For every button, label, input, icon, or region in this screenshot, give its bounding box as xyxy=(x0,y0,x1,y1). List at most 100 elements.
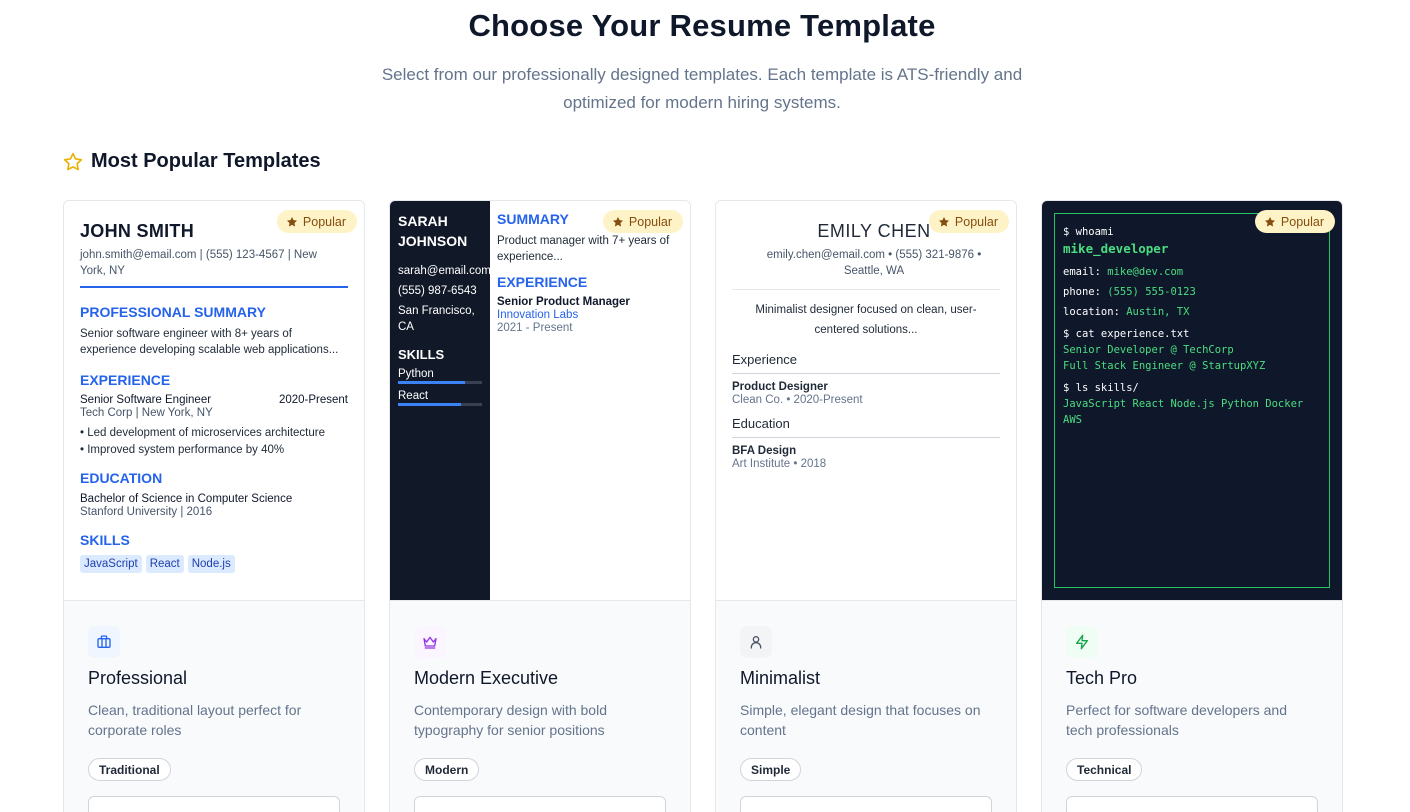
template-card-professional[interactable]: JOHN SMITH john.smith@email.com | (555) … xyxy=(63,200,365,812)
resume-role-detail: Clean Co. • 2020-Present xyxy=(732,394,863,406)
resume-dates: 2021 - Present xyxy=(497,322,573,334)
star-icon xyxy=(612,216,623,226)
briefcase-icon xyxy=(88,626,120,658)
use-template-button[interactable] xyxy=(740,796,992,812)
template-description: Contemporary design with bold typography… xyxy=(414,702,607,738)
template-tag: Simple xyxy=(740,758,802,781)
template-preview[interactable]: EMILY CHEN emily.chen@email.com • (555) … xyxy=(716,201,1016,601)
template-description: Simple, elegant design that focuses on c… xyxy=(740,702,981,738)
terminal-handle: mike_developer xyxy=(1063,241,1169,256)
star-icon xyxy=(286,216,297,226)
resume-company: Innovation Labs xyxy=(497,309,579,321)
resume-summary: Senior software engineer with 8+ years o… xyxy=(80,328,339,356)
star-icon xyxy=(1264,216,1275,226)
popular-badge: Popular xyxy=(602,210,683,233)
resume-summary: Minimalist designer focused on clean, us… xyxy=(755,304,977,336)
resume-section-heading: SKILLS xyxy=(398,347,445,362)
resume-section-heading: Education xyxy=(732,416,790,431)
resume-company: Tech Corp | New York, NY xyxy=(80,407,213,419)
terminal-line: JavaScript React Node.js Python Docker xyxy=(1063,398,1304,410)
resume-role-dates: 2020-Present xyxy=(278,394,348,406)
star-icon xyxy=(938,216,949,226)
template-name: Professional xyxy=(88,668,188,688)
resume-section-heading: PROFESSIONAL SUMMARY xyxy=(80,304,266,320)
resume-section-heading: SKILLS xyxy=(80,532,130,548)
use-template-button[interactable] xyxy=(1066,796,1318,812)
terminal-line: Full Stack Engineer @ StartupXYZ xyxy=(1063,360,1266,372)
template-card-modern-executive[interactable]: SARAH JOHNSON sarah@email.com (555) 987-… xyxy=(389,200,691,812)
resume-section-heading: EDUCATION xyxy=(80,470,163,486)
template-preview[interactable]: JOHN SMITH john.smith@email.com | (555) … xyxy=(64,201,364,601)
resume-summary: Product manager with 7+ years of experie… xyxy=(497,235,670,263)
section-title: Most Popular Templates xyxy=(91,150,321,172)
resume-section-heading: EXPERIENCE xyxy=(80,372,171,388)
skill-chip: JavaScript xyxy=(80,555,142,573)
section-heading: Most Popular Templates xyxy=(63,150,321,173)
resume-role: Product Designer xyxy=(732,381,828,393)
template-name: Tech Pro xyxy=(1066,668,1138,688)
skill-chip: React xyxy=(145,555,184,573)
skill-label: Python xyxy=(398,368,434,380)
resume-section-heading: EXPERIENCE xyxy=(497,274,588,290)
use-template-button[interactable] xyxy=(88,796,340,812)
popular-badge: Popular xyxy=(928,210,1009,233)
zap-icon xyxy=(1066,626,1098,658)
terminal-output: $ whoami mike_developer email: mike@dev.… xyxy=(1063,224,1303,428)
template-gallery-page: Choose Your Resume Template Select from … xyxy=(0,0,1410,812)
skill-bar xyxy=(398,381,482,384)
resume-sidebar: SARAH JOHNSON sarah@email.com (555) 987-… xyxy=(390,201,491,600)
divider xyxy=(732,373,1000,374)
terminal-line: phone: (555) 555-0123 xyxy=(1063,286,1196,298)
user-icon xyxy=(740,626,772,658)
skill-label: React xyxy=(398,390,429,402)
resume-skill-chips: JavaScript React Node.js xyxy=(80,555,348,573)
template-preview[interactable]: SARAH JOHNSON sarah@email.com (555) 987-… xyxy=(390,201,690,601)
skill-bar-fill xyxy=(398,403,461,406)
resume-location: CA xyxy=(398,321,414,333)
terminal-line: AWS xyxy=(1063,414,1082,426)
popular-badge: Popular xyxy=(276,210,357,233)
resume-bullet: • Improved system performance by 40% xyxy=(80,444,285,456)
template-description: Clean, traditional layout perfect for co… xyxy=(88,702,302,738)
resume-contact: john.smith@email.com | (555) 123-4567 | … xyxy=(80,249,317,277)
divider xyxy=(732,437,1000,438)
template-description: Perfect for software developers and tech… xyxy=(1066,702,1288,738)
page-subtitle: Select from our professionally designed … xyxy=(381,65,1023,112)
page-title: Choose Your Resume Template xyxy=(468,8,936,43)
resume-role: Senior Software Engineer xyxy=(80,394,212,406)
star-icon xyxy=(63,152,83,170)
resume-phone: (555) 987-6543 xyxy=(398,285,477,297)
skill-chip: Node.js xyxy=(187,555,235,573)
template-card-tech-pro[interactable]: $ whoami mike_developer email: mike@dev.… xyxy=(1041,200,1343,812)
use-template-button[interactable] xyxy=(414,796,666,812)
template-card-minimalist[interactable]: EMILY CHEN emily.chen@email.com • (555) … xyxy=(715,200,1017,812)
resume-email: sarah@email.com xyxy=(398,265,491,277)
terminal-line: Senior Developer @ TechCorp xyxy=(1063,344,1234,356)
resume-section-heading: Experience xyxy=(732,352,798,367)
resume-degree: BFA Design xyxy=(732,445,797,457)
divider xyxy=(732,289,1000,290)
resume-name: SARAH JOHNSON xyxy=(398,213,468,249)
resume-role-row: Senior Software Engineer 2020-Present xyxy=(80,394,348,406)
template-name: Modern Executive xyxy=(414,668,559,688)
skill-bar xyxy=(398,403,482,406)
resume-bullet: • Led development of microservices archi… xyxy=(80,427,325,439)
template-tag: Modern xyxy=(414,758,480,781)
template-tag: Technical xyxy=(1066,758,1143,781)
template-preview[interactable]: $ whoami mike_developer email: mike@dev.… xyxy=(1042,201,1342,601)
divider xyxy=(80,286,348,288)
template-tag: Traditional xyxy=(88,758,171,781)
resume-location: San Francisco, xyxy=(398,305,475,317)
popular-badge: Popular xyxy=(1254,210,1335,233)
terminal-line: location: Austin, TX xyxy=(1063,306,1190,318)
crown-icon xyxy=(414,626,446,658)
resume-contact: emily.chen@email.com • (555) 321-9876 • … xyxy=(766,249,982,277)
resume-degree: Bachelor of Science in Computer Science xyxy=(80,493,293,505)
terminal-command: $ ls skills/ xyxy=(1063,382,1139,394)
resume-school: Art Institute • 2018 xyxy=(732,458,827,470)
terminal-line: email: mike@dev.com xyxy=(1063,266,1184,278)
resume-role: Senior Product Manager xyxy=(497,296,630,308)
skill-bar-fill xyxy=(398,381,466,384)
template-name: Minimalist xyxy=(740,668,821,688)
terminal-command: $ cat experience.txt xyxy=(1063,328,1190,340)
